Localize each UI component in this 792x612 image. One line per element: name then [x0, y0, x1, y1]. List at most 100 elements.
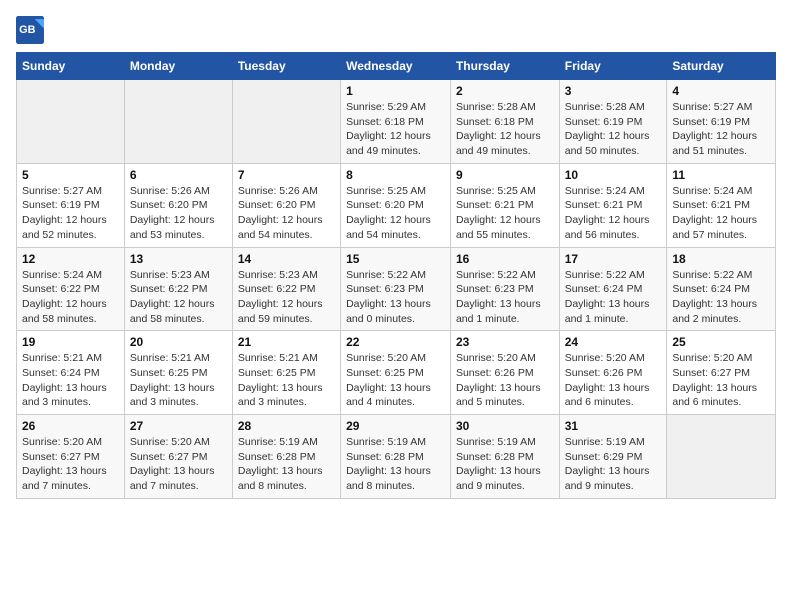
day-info: Sunrise: 5:19 AM Sunset: 6:28 PM Dayligh… — [346, 435, 445, 494]
calendar-cell: 17 Sunrise: 5:22 AM Sunset: 6:24 PM Dayli… — [559, 247, 667, 331]
day-number: 20 — [130, 335, 227, 349]
weekday-header-tuesday: Tuesday — [232, 53, 340, 80]
day-info: Sunrise: 5:20 AM Sunset: 6:26 PM Dayligh… — [456, 351, 554, 410]
day-info: Sunrise: 5:24 AM Sunset: 6:21 PM Dayligh… — [565, 184, 662, 243]
calendar-cell: 16Sunrise: 5:22 AM Sunset: 6:23 PM Dayli… — [450, 247, 559, 331]
day-info: Sunrise: 5:20 AM Sunset: 6:26 PM Dayligh… — [565, 351, 662, 410]
day-number: 29 — [346, 419, 445, 433]
day-number: 30 — [456, 419, 554, 433]
calendar-cell: 10 Sunrise: 5:24 AM Sunset: 6:21 PM Dayli… — [559, 163, 667, 247]
calendar-cell: 26 Sunrise: 5:20 AM Sunset: 6:27 PM Dayli… — [17, 415, 125, 499]
day-info: Sunrise: 5:19 AM Sunset: 6:28 PM Dayligh… — [238, 435, 335, 494]
weekday-header-wednesday: Wednesday — [341, 53, 451, 80]
day-info: Sunrise: 5:23 AM Sunset: 6:22 PM Dayligh… — [130, 268, 227, 327]
calendar-cell: 8 Sunrise: 5:25 AM Sunset: 6:20 PM Daylig… — [341, 163, 451, 247]
day-number: 10 — [565, 168, 662, 182]
day-info: Sunrise: 5:26 AM Sunset: 6:20 PM Dayligh… — [130, 184, 227, 243]
calendar-week-row: 26 Sunrise: 5:20 AM Sunset: 6:27 PM Dayli… — [17, 415, 776, 499]
day-info: Sunrise: 5:22 AM Sunset: 6:24 PM Dayligh… — [565, 268, 662, 327]
day-number: 14 — [238, 252, 335, 266]
calendar-cell: 6 Sunrise: 5:26 AM Sunset: 6:20 PM Daylig… — [124, 163, 232, 247]
calendar-cell: 28 Sunrise: 5:19 AM Sunset: 6:28 PM Dayli… — [232, 415, 340, 499]
day-info: Sunrise: 5:20 AM Sunset: 6:27 PM Dayligh… — [22, 435, 119, 494]
day-info: Sunrise: 5:20 AM Sunset: 6:27 PM Dayligh… — [672, 351, 770, 410]
calendar-week-row: 1 Sunrise: 5:29 AM Sunset: 6:18 PM Daylig… — [17, 80, 776, 164]
day-number: 9 — [456, 168, 554, 182]
day-info: Sunrise: 5:22 AM Sunset: 6:23 PM Dayligh… — [346, 268, 445, 327]
calendar-cell — [232, 80, 340, 164]
day-info: Sunrise: 5:21 AM Sunset: 6:25 PM Dayligh… — [238, 351, 335, 410]
calendar-week-row: 19Sunrise: 5:21 AM Sunset: 6:24 PM Dayli… — [17, 331, 776, 415]
day-info: Sunrise: 5:19 AM Sunset: 6:28 PM Dayligh… — [456, 435, 554, 494]
calendar-cell: 11 Sunrise: 5:24 AM Sunset: 6:21 PM Dayli… — [667, 163, 776, 247]
logo-icon: GB — [16, 16, 44, 44]
day-number: 7 — [238, 168, 335, 182]
day-info: Sunrise: 5:28 AM Sunset: 6:18 PM Dayligh… — [456, 100, 554, 159]
calendar-cell: 1 Sunrise: 5:29 AM Sunset: 6:18 PM Daylig… — [341, 80, 451, 164]
weekday-header-sunday: Sunday — [17, 53, 125, 80]
weekday-header-friday: Friday — [559, 53, 667, 80]
day-number: 18 — [672, 252, 770, 266]
day-number: 12 — [22, 252, 119, 266]
day-number: 21 — [238, 335, 335, 349]
calendar-cell: 15 Sunrise: 5:22 AM Sunset: 6:23 PM Dayli… — [341, 247, 451, 331]
calendar-cell — [17, 80, 125, 164]
calendar-cell: 22Sunrise: 5:20 AM Sunset: 6:25 PM Dayli… — [341, 331, 451, 415]
calendar-cell: 30 Sunrise: 5:19 AM Sunset: 6:28 PM Dayli… — [450, 415, 559, 499]
calendar-week-row: 5Sunrise: 5:27 AM Sunset: 6:19 PM Daylig… — [17, 163, 776, 247]
calendar-cell: 31 Sunrise: 5:19 AM Sunset: 6:29 PM Dayli… — [559, 415, 667, 499]
day-info: Sunrise: 5:20 AM Sunset: 6:25 PM Dayligh… — [346, 351, 445, 410]
day-info: Sunrise: 5:25 AM Sunset: 6:20 PM Dayligh… — [346, 184, 445, 243]
logo: GB — [16, 16, 48, 44]
day-info: Sunrise: 5:24 AM Sunset: 6:21 PM Dayligh… — [672, 184, 770, 243]
day-info: Sunrise: 5:25 AM Sunset: 6:21 PM Dayligh… — [456, 184, 554, 243]
day-info: Sunrise: 5:21 AM Sunset: 6:25 PM Dayligh… — [130, 351, 227, 410]
calendar-cell: 23Sunrise: 5:20 AM Sunset: 6:26 PM Dayli… — [450, 331, 559, 415]
calendar-cell: 29 Sunrise: 5:19 AM Sunset: 6:28 PM Dayli… — [341, 415, 451, 499]
day-number: 11 — [672, 168, 770, 182]
day-number: 3 — [565, 84, 662, 98]
calendar-cell — [124, 80, 232, 164]
calendar-table: SundayMondayTuesdayWednesdayThursdayFrid… — [16, 52, 776, 499]
calendar-cell: 25 Sunrise: 5:20 AM Sunset: 6:27 PM Dayli… — [667, 331, 776, 415]
day-info: Sunrise: 5:22 AM Sunset: 6:23 PM Dayligh… — [456, 268, 554, 327]
calendar-cell: 12Sunrise: 5:24 AM Sunset: 6:22 PM Dayli… — [17, 247, 125, 331]
calendar-cell: 13Sunrise: 5:23 AM Sunset: 6:22 PM Dayli… — [124, 247, 232, 331]
day-number: 15 — [346, 252, 445, 266]
day-number: 27 — [130, 419, 227, 433]
day-number: 4 — [672, 84, 770, 98]
calendar-cell: 5Sunrise: 5:27 AM Sunset: 6:19 PM Daylig… — [17, 163, 125, 247]
calendar-cell — [667, 415, 776, 499]
day-info: Sunrise: 5:28 AM Sunset: 6:19 PM Dayligh… — [565, 100, 662, 159]
page-header: GB — [16, 16, 776, 44]
day-number: 28 — [238, 419, 335, 433]
day-info: Sunrise: 5:19 AM Sunset: 6:29 PM Dayligh… — [565, 435, 662, 494]
day-number: 31 — [565, 419, 662, 433]
weekday-header-saturday: Saturday — [667, 53, 776, 80]
day-info: Sunrise: 5:27 AM Sunset: 6:19 PM Dayligh… — [672, 100, 770, 159]
calendar-cell: 18Sunrise: 5:22 AM Sunset: 6:24 PM Dayli… — [667, 247, 776, 331]
calendar-cell: 4 Sunrise: 5:27 AM Sunset: 6:19 PM Daylig… — [667, 80, 776, 164]
weekday-header-monday: Monday — [124, 53, 232, 80]
day-info: Sunrise: 5:21 AM Sunset: 6:24 PM Dayligh… — [22, 351, 119, 410]
calendar-cell: 7 Sunrise: 5:26 AM Sunset: 6:20 PM Daylig… — [232, 163, 340, 247]
calendar-cell: 20 Sunrise: 5:21 AM Sunset: 6:25 PM Dayli… — [124, 331, 232, 415]
svg-text:GB: GB — [19, 24, 35, 36]
day-info: Sunrise: 5:29 AM Sunset: 6:18 PM Dayligh… — [346, 100, 445, 159]
calendar-cell: 27 Sunrise: 5:20 AM Sunset: 6:27 PM Dayli… — [124, 415, 232, 499]
day-info: Sunrise: 5:20 AM Sunset: 6:27 PM Dayligh… — [130, 435, 227, 494]
calendar-week-row: 12Sunrise: 5:24 AM Sunset: 6:22 PM Dayli… — [17, 247, 776, 331]
day-number: 26 — [22, 419, 119, 433]
day-number: 17 — [565, 252, 662, 266]
day-number: 2 — [456, 84, 554, 98]
day-number: 1 — [346, 84, 445, 98]
calendar-cell: 2 Sunrise: 5:28 AM Sunset: 6:18 PM Daylig… — [450, 80, 559, 164]
day-number: 8 — [346, 168, 445, 182]
day-number: 25 — [672, 335, 770, 349]
day-number: 5 — [22, 168, 119, 182]
calendar-cell: 19Sunrise: 5:21 AM Sunset: 6:24 PM Dayli… — [17, 331, 125, 415]
day-number: 6 — [130, 168, 227, 182]
calendar-cell: 9 Sunrise: 5:25 AM Sunset: 6:21 PM Daylig… — [450, 163, 559, 247]
day-info: Sunrise: 5:26 AM Sunset: 6:20 PM Dayligh… — [238, 184, 335, 243]
calendar-cell: 14Sunrise: 5:23 AM Sunset: 6:22 PM Dayli… — [232, 247, 340, 331]
